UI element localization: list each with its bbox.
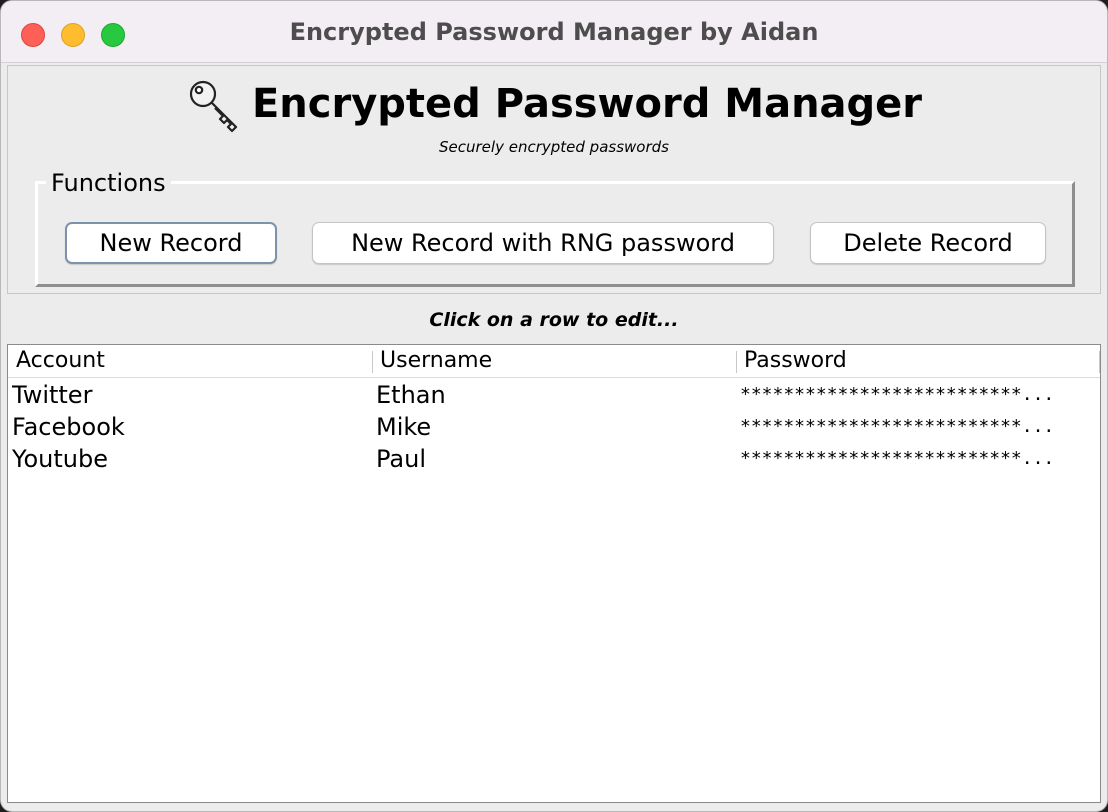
cell-password[interactable]: **************************...	[740, 411, 1096, 443]
cell-password[interactable]: **************************...	[740, 379, 1096, 411]
column-header-username[interactable]: Username	[372, 345, 736, 377]
delete-record-button[interactable]: Delete Record	[810, 222, 1046, 264]
functions-group: Functions New Record New Record with RNG…	[35, 169, 1075, 287]
app-window: Encrypted Password Manager by Aidan Encr…	[0, 0, 1108, 812]
new-record-button[interactable]: New Record	[65, 222, 277, 264]
table-header: Account Username Password	[8, 345, 1100, 378]
cell-account[interactable]: Facebook	[12, 411, 368, 443]
window-title: Encrypted Password Manager by Aidan	[289, 18, 819, 46]
cell-username[interactable]: Ethan	[376, 379, 732, 411]
edit-hint: Click on a row to edit...	[429, 309, 679, 331]
header-panel: Encrypted Password Manager Securely encr…	[7, 65, 1101, 294]
title-bar[interactable]: Encrypted Password Manager by Aidan	[1, 1, 1107, 63]
cell-account[interactable]: Twitter	[12, 379, 368, 411]
functions-legend: Functions	[46, 169, 171, 197]
key-icon	[189, 80, 238, 133]
records-table[interactable]: Account Username Password Twitter Ethan …	[7, 344, 1101, 803]
cell-username[interactable]: Mike	[376, 411, 732, 443]
column-header-account[interactable]: Account	[8, 345, 372, 377]
app-title: Encrypted Password Manager	[251, 81, 923, 127]
app-heading: Encrypted Password Manager	[8, 74, 1100, 134]
column-header-password[interactable]: Password	[736, 345, 1100, 377]
table-row[interactable]: Twitter Ethan **************************…	[8, 379, 1100, 411]
cell-username[interactable]: Paul	[376, 443, 732, 475]
table-row[interactable]: Facebook Mike **************************…	[8, 411, 1100, 443]
app-subtitle: Securely encrypted passwords	[439, 138, 669, 156]
cell-password[interactable]: **************************...	[740, 443, 1096, 475]
cell-account[interactable]: Youtube	[12, 443, 368, 475]
new-record-rng-button[interactable]: New Record with RNG password	[312, 222, 774, 264]
column-divider	[1099, 351, 1100, 373]
table-row[interactable]: Youtube Paul **************************.…	[8, 443, 1100, 475]
